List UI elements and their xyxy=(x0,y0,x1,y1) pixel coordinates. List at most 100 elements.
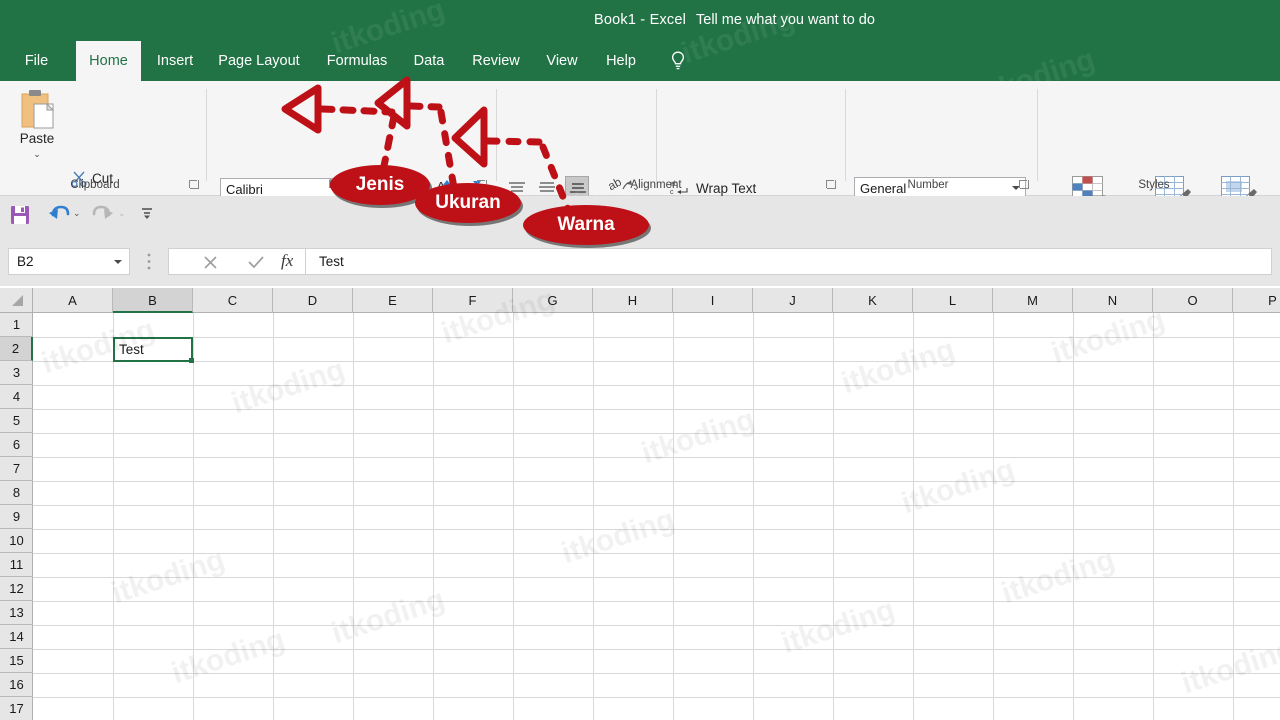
row-header-9[interactable]: 9 xyxy=(0,505,33,529)
grid-hline xyxy=(33,577,1280,578)
ribbon-tab-insert[interactable]: Insert xyxy=(149,41,201,81)
selected-cell-value: Test xyxy=(119,342,144,357)
row-header-12[interactable]: 12 xyxy=(0,577,33,601)
grid-hline xyxy=(33,361,1280,362)
grid-vline xyxy=(433,313,434,720)
grid-hline xyxy=(33,505,1280,506)
grid-vline xyxy=(753,313,754,720)
dialog-launcher-alignment[interactable] xyxy=(826,180,836,189)
ribbon-tab-page-layout[interactable]: Page Layout xyxy=(209,41,309,81)
grid-vline xyxy=(113,313,114,720)
row-header-11[interactable]: 11 xyxy=(0,553,33,577)
row-header-15[interactable]: 15 xyxy=(0,649,33,673)
group-divider xyxy=(496,89,497,181)
ribbon-tab-data[interactable]: Data xyxy=(407,41,451,81)
dialog-launcher-clipboard[interactable] xyxy=(189,180,199,189)
undo-icon[interactable] xyxy=(48,204,70,224)
tell-me-search[interactable]: Tell me what you want to do xyxy=(696,0,875,40)
worksheet-grid[interactable]: A B C D E F G H I J K L M N O P 1 2 3 4 5 6 7 8 9 10 11 12 13 14 15 16 1… xyxy=(0,288,1280,720)
column-header-J[interactable]: J xyxy=(753,288,833,313)
paste-dropdown-chevron[interactable]: ⌄ xyxy=(14,149,60,160)
ribbon-tab-view[interactable]: View xyxy=(539,41,585,81)
redo-dropdown-chevron[interactable]: ⌄ xyxy=(118,208,126,219)
column-header-F[interactable]: F xyxy=(433,288,513,313)
lightbulb-icon xyxy=(671,51,685,70)
annotation-callout-label: Warna xyxy=(557,214,615,235)
ribbon-tab-review[interactable]: Review xyxy=(461,41,531,81)
group-label-styles: Styles xyxy=(1138,179,1170,191)
grid-vline xyxy=(913,313,914,720)
insert-function-icon[interactable]: fx xyxy=(281,251,293,271)
row-header-7[interactable]: 7 xyxy=(0,457,33,481)
grid-vline xyxy=(993,313,994,720)
column-header-N[interactable]: N xyxy=(1073,288,1153,313)
column-header-I[interactable]: I xyxy=(673,288,753,313)
ribbon-tab-help[interactable]: Help xyxy=(597,41,645,81)
grid-hline xyxy=(33,601,1280,602)
grid-vline xyxy=(353,313,354,720)
name-box-dropdown-arrow[interactable] xyxy=(114,260,122,264)
save-icon[interactable] xyxy=(10,205,30,225)
row-header-8[interactable]: 8 xyxy=(0,481,33,505)
grid-vline xyxy=(273,313,274,720)
select-all-corner[interactable] xyxy=(0,288,33,313)
group-label-alignment: Alignment xyxy=(630,179,682,191)
row-header-17[interactable]: 17 xyxy=(0,697,33,720)
paste-label: Paste xyxy=(19,131,55,146)
column-header-D[interactable]: D xyxy=(273,288,353,313)
row-header-2[interactable]: 2 xyxy=(0,337,33,361)
grid-hline xyxy=(33,553,1280,554)
wrap-text-label[interactable]: Wrap Text xyxy=(696,181,756,196)
grid-hline xyxy=(33,529,1280,530)
formula-bar-divider xyxy=(305,249,306,274)
row-header-10[interactable]: 10 xyxy=(0,529,33,553)
ribbon: Paste ⌄ Cut Copy ⌄ Format Painter Calibr… xyxy=(0,81,1280,267)
column-header-P[interactable]: P xyxy=(1233,288,1280,313)
cancel-x-icon[interactable] xyxy=(203,255,218,270)
row-header-4[interactable]: 4 xyxy=(0,385,33,409)
row-header-14[interactable]: 14 xyxy=(0,625,33,649)
column-header-G[interactable]: G xyxy=(513,288,593,313)
row-header-1[interactable]: 1 xyxy=(0,313,33,337)
formula-bar-grip[interactable] xyxy=(146,252,152,271)
grid-vline xyxy=(1153,313,1154,720)
font-name-value: Calibri xyxy=(226,182,263,197)
grid-vline xyxy=(673,313,674,720)
row-header-16[interactable]: 16 xyxy=(0,673,33,697)
grid-hline xyxy=(33,337,1280,338)
grid-vline xyxy=(513,313,514,720)
undo-dropdown-chevron[interactable]: ⌄ xyxy=(73,208,81,219)
annotation-callout-label: Ukuran xyxy=(435,192,501,213)
fill-handle[interactable] xyxy=(189,358,194,363)
dialog-launcher-number[interactable] xyxy=(1019,180,1029,189)
ribbon-tab-home[interactable]: Home xyxy=(76,41,141,81)
confirm-check-icon[interactable] xyxy=(248,255,265,270)
name-box[interactable]: B2 xyxy=(8,248,130,275)
formula-bar-value: Test xyxy=(319,254,344,269)
formula-bar[interactable]: fx Test xyxy=(168,248,1272,275)
grid-hline xyxy=(33,457,1280,458)
row-header-13[interactable]: 13 xyxy=(0,601,33,625)
ribbon-tab-formulas[interactable]: Formulas xyxy=(317,41,397,81)
ribbon-tab-file[interactable]: File xyxy=(14,41,59,81)
column-header-B[interactable]: B xyxy=(113,288,193,313)
grid-vline xyxy=(1233,313,1234,720)
column-header-E[interactable]: E xyxy=(353,288,433,313)
customize-qat-icon[interactable] xyxy=(140,207,154,221)
grid-hline xyxy=(33,625,1280,626)
column-header-C[interactable]: C xyxy=(193,288,273,313)
column-header-L[interactable]: L xyxy=(913,288,993,313)
column-header-M[interactable]: M xyxy=(993,288,1073,313)
row-header-3[interactable]: 3 xyxy=(0,361,33,385)
selected-cell-b2[interactable]: Test xyxy=(113,337,194,363)
redo-icon[interactable] xyxy=(92,204,114,224)
group-label-clipboard: Clipboard xyxy=(70,179,120,191)
column-header-O[interactable]: O xyxy=(1153,288,1233,313)
column-header-K[interactable]: K xyxy=(833,288,913,313)
row-header-6[interactable]: 6 xyxy=(0,433,33,457)
column-header-H[interactable]: H xyxy=(593,288,673,313)
align-middle-icon[interactable] xyxy=(538,181,556,195)
group-divider xyxy=(656,89,657,181)
row-header-5[interactable]: 5 xyxy=(0,409,33,433)
column-header-A[interactable]: A xyxy=(33,288,113,313)
